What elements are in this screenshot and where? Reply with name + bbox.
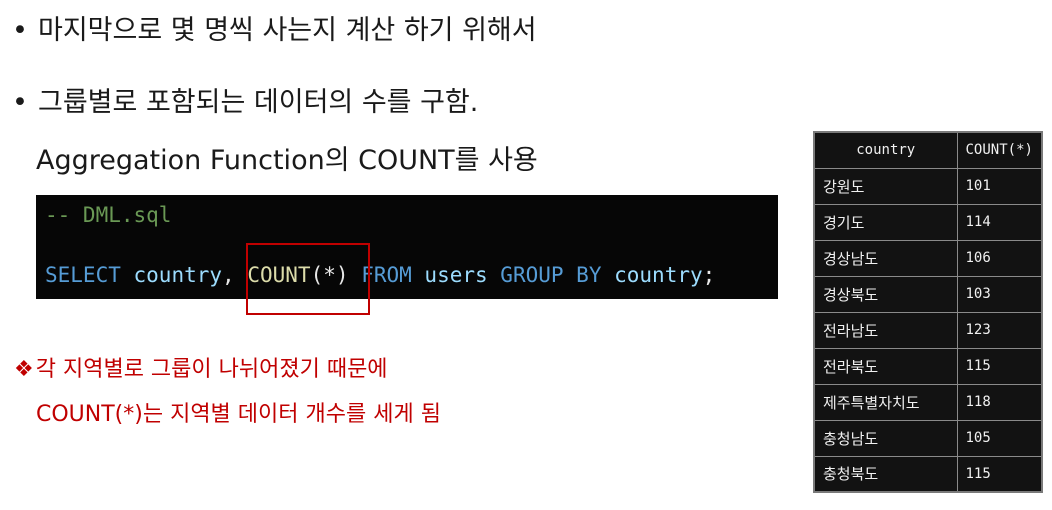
table-row: 강원도 101 <box>813 167 1043 205</box>
bullet-line-1: • 마지막으로 몇 명씩 사는지 계산 하기 위해서 <box>12 14 537 48</box>
kw-by: BY <box>576 263 602 287</box>
table-row: 경기도 114 <box>813 203 1043 241</box>
cell-count: 118 <box>956 383 1043 421</box>
code-comment: -- DML.sql <box>45 203 172 227</box>
cell-count: 115 <box>956 347 1043 385</box>
diamond-bullet-icon: ❖ <box>14 357 34 382</box>
cell-count: 106 <box>956 239 1043 277</box>
code-block: -- DML.sql SELECT country, COUNT(*) FROM… <box>36 195 778 299</box>
ident-country: country <box>133 263 223 287</box>
cell-country: 경상남도 <box>813 239 958 277</box>
cell-country: 강원도 <box>813 167 958 205</box>
table-row: 충청남도 105 <box>813 419 1043 457</box>
bullet-marker: • <box>12 87 28 118</box>
table-row: 경상남도 106 <box>813 239 1043 277</box>
code-statement: SELECT country, COUNT(*) FROM users GROU… <box>45 263 716 287</box>
cell-count: 105 <box>956 419 1043 457</box>
header-country: country <box>813 131 958 169</box>
ident-country-2: country <box>614 263 703 287</box>
cell-count: 101 <box>956 167 1043 205</box>
table-row: 충청북도 115 <box>813 455 1043 493</box>
bullet-text-2: 그룹별로 포함되는 데이터의 수를 구함. <box>38 87 479 118</box>
cell-country: 경기도 <box>813 203 958 241</box>
kw-group: GROUP <box>500 263 564 287</box>
result-table: country COUNT(*) 강원도 101 경기도 114 경상남도 106 경… <box>813 131 1043 493</box>
bullet-subtext: Aggregation Function의 COUNT를 사용 <box>36 145 538 176</box>
table-header-row: country COUNT(*) <box>813 131 1043 169</box>
ident-users: users <box>424 263 488 287</box>
cell-count: 123 <box>956 311 1043 349</box>
cell-country: 충청북도 <box>813 455 958 493</box>
table-row: 제주특별자치도 118 <box>813 383 1043 421</box>
note-line-1: ❖각 지역별로 그룹이 나뉘어졌기 때문에 <box>14 356 388 384</box>
cell-country: 제주특별자치도 <box>813 383 958 421</box>
cell-country: 전라북도 <box>813 347 958 385</box>
table-row: 경상북도 103 <box>813 275 1043 313</box>
cell-country: 경상북도 <box>813 275 958 313</box>
kw-select: SELECT <box>45 263 121 287</box>
cell-count: 115 <box>956 455 1043 493</box>
cell-count: 103 <box>956 275 1043 313</box>
table-row: 전라북도 115 <box>813 347 1043 385</box>
note-text-1: 각 지역별로 그룹이 나뉘어졌기 때문에 <box>35 357 388 382</box>
note-line-2: COUNT(*)는 지역별 데이터 개수를 세게 됨 <box>36 402 441 427</box>
count-highlight-box <box>246 243 370 315</box>
cell-count: 114 <box>956 203 1043 241</box>
bullet-text-1: 마지막으로 몇 명씩 사는지 계산 하기 위해서 <box>38 15 537 46</box>
bullet-line-2: • 그룹별로 포함되는 데이터의 수를 구함. <box>12 86 478 120</box>
bullet-marker: • <box>12 15 28 46</box>
cell-country: 전라남도 <box>813 311 958 349</box>
header-count: COUNT(*) <box>956 131 1043 169</box>
table-row: 전라남도 123 <box>813 311 1043 349</box>
cell-country: 충청남도 <box>813 419 958 457</box>
